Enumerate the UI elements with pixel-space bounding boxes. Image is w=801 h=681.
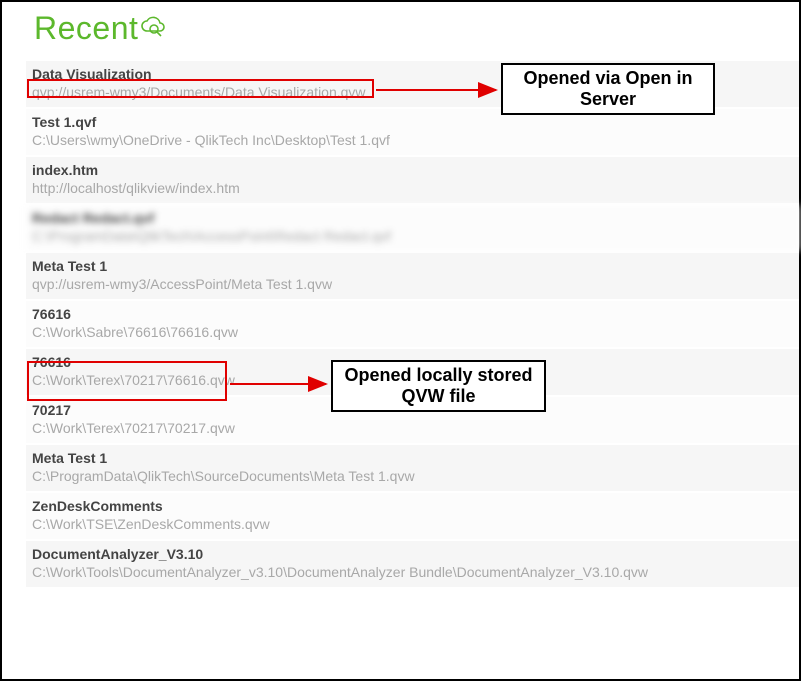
recent-item-path: http://localhost/qlikview/index.htm (32, 179, 793, 197)
recent-item-title: 70217 (32, 401, 793, 419)
recent-item-title: Redact Redact.qvf (32, 209, 793, 227)
recent-item-title: 76616 (32, 353, 793, 371)
recent-list: Data Visualization qvp://usrem-wmy3/Docu… (26, 61, 799, 587)
recent-item-path: C:\Users\wmy\OneDrive - QlikTech Inc\Des… (32, 131, 793, 149)
recent-item[interactable]: DocumentAnalyzer_V3.10 C:\Work\Tools\Doc… (26, 541, 799, 587)
recent-item-title: ZenDeskComments (32, 497, 793, 515)
recent-item-title: Meta Test 1 (32, 449, 793, 467)
recent-item-title: Meta Test 1 (32, 257, 793, 275)
recent-item[interactable]: Meta Test 1 C:\ProgramData\QlikTech\Sour… (26, 445, 799, 491)
recent-item-title: index.htm (32, 161, 793, 179)
recent-item[interactable]: 76616 C:\Work\Sabre\76616\76616.qvw (26, 301, 799, 347)
recent-item-path: C:\Work\Sabre\76616\76616.qvw (32, 323, 793, 341)
recent-item[interactable]: Redact Redact.qvf C:\ProgramData\QlikTec… (26, 205, 799, 251)
recent-item-title: Data Visualization (32, 65, 793, 83)
recent-item[interactable]: 70217 C:\Work\Terex\70217\70217.qvw (26, 397, 799, 443)
recent-header: Recent (26, 10, 799, 47)
recent-title: Recent (34, 10, 138, 47)
recent-item[interactable]: Data Visualization qvp://usrem-wmy3/Docu… (26, 61, 799, 107)
recent-item-path: C:\ProgramData\QlikTech\AccessPoint\Reda… (32, 227, 793, 245)
recent-item[interactable]: Meta Test 1 qvp://usrem-wmy3/AccessPoint… (26, 253, 799, 299)
recent-item-path: C:\Work\TSE\ZenDeskComments.qvw (32, 515, 793, 533)
recent-item-path: qvp://usrem-wmy3/AccessPoint/Meta Test 1… (32, 275, 793, 293)
recent-item-path: C:\ProgramData\QlikTech\SourceDocuments\… (32, 467, 793, 485)
recent-item-title: DocumentAnalyzer_V3.10 (32, 545, 793, 563)
qlik-cloud-icon (140, 14, 166, 45)
recent-item[interactable]: Test 1.qvf C:\Users\wmy\OneDrive - QlikT… (26, 109, 799, 155)
recent-item[interactable]: ZenDeskComments C:\Work\TSE\ZenDeskComme… (26, 493, 799, 539)
recent-item-title: 76616 (32, 305, 793, 323)
recent-item-path: C:\Work\Terex\70217\76616.qvw (32, 371, 793, 389)
recent-item-path: C:\Work\Terex\70217\70217.qvw (32, 419, 793, 437)
recent-item-path: C:\Work\Tools\DocumentAnalyzer_v3.10\Doc… (32, 563, 793, 581)
recent-item[interactable]: 76616 C:\Work\Terex\70217\76616.qvw (26, 349, 799, 395)
recent-item-title: Test 1.qvf (32, 113, 793, 131)
recent-item-path: qvp://usrem-wmy3/Documents/Data Visualiz… (32, 83, 793, 101)
recent-item[interactable]: index.htm http://localhost/qlikview/inde… (26, 157, 799, 203)
